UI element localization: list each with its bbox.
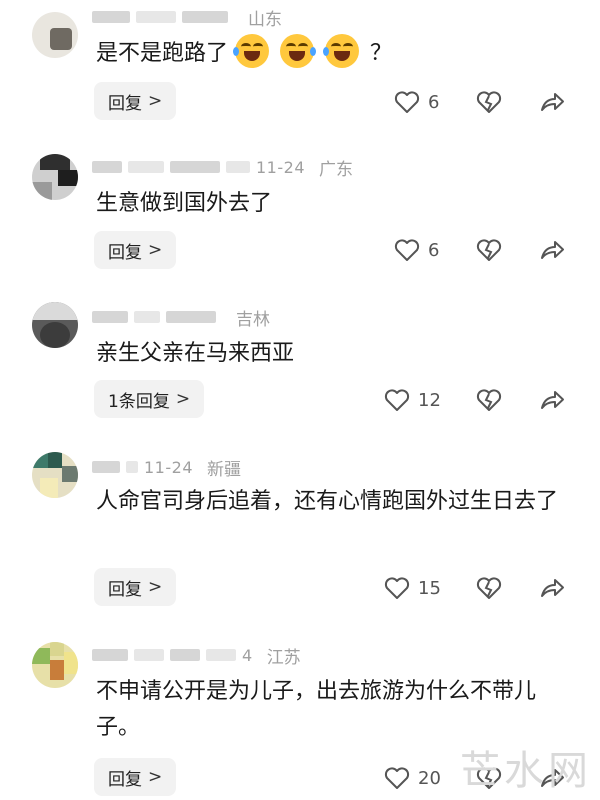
comment-text: 不申请公开是为儿子，出去旅游为什么不带儿子。 — [96, 679, 537, 740]
avatar[interactable] — [32, 642, 78, 688]
broken-heart-icon — [476, 389, 502, 411]
avatar[interactable] — [32, 452, 78, 498]
comment-text: 亲生父亲在马来西亚 — [96, 341, 295, 366]
laugh-cry-emoji — [323, 34, 360, 68]
comment-meta: 11-24 广东 — [92, 154, 353, 180]
like-count: 15 — [418, 577, 441, 599]
laugh-cry-emoji — [280, 34, 317, 68]
username-blur[interactable] — [92, 161, 122, 173]
username-blur[interactable] — [92, 649, 128, 661]
share-arrow-icon — [541, 579, 564, 597]
comment-meta: 吉林 — [92, 304, 270, 330]
comment-date: 11-24 — [144, 457, 193, 477]
avatar[interactable] — [32, 302, 78, 348]
share-arrow-icon — [541, 391, 564, 409]
share-button[interactable] — [538, 82, 566, 122]
share-arrow-icon — [541, 241, 564, 259]
reply-button[interactable]: 回复 > — [94, 568, 177, 606]
like-button[interactable]: 6 — [394, 82, 439, 122]
username-blur[interactable] — [92, 11, 130, 23]
reply-button[interactable]: 回复 > — [94, 82, 177, 120]
broken-heart-icon — [476, 91, 502, 113]
avatar[interactable] — [32, 12, 78, 58]
comment-region: 吉林 — [236, 309, 270, 330]
username-blur[interactable] — [92, 461, 120, 473]
share-button[interactable] — [538, 230, 566, 270]
chevron-right-icon: > — [148, 577, 163, 597]
like-button[interactable]: 12 — [384, 380, 441, 420]
comment-region: 广东 — [319, 159, 353, 180]
broken-heart-icon — [476, 239, 502, 261]
comment-meta: 11-24 新疆 — [92, 454, 241, 480]
heart-outline-icon — [384, 767, 410, 789]
comment-text: 人命官司身后追着，还有心情跑国外过生日去了 — [96, 489, 559, 514]
comment-region: 新疆 — [207, 459, 241, 480]
comment-date: 11-24 — [256, 157, 305, 177]
like-button[interactable]: 6 — [394, 230, 439, 270]
comment-date: 4 — [242, 645, 253, 665]
like-count: 6 — [428, 91, 440, 113]
chevron-right-icon: > — [148, 240, 163, 260]
like-button[interactable]: 20 — [384, 758, 441, 798]
heart-outline-icon — [384, 389, 410, 411]
comment-region: 江苏 — [266, 647, 301, 668]
like-count: 20 — [418, 767, 441, 789]
heart-outline-icon — [394, 91, 420, 113]
dislike-button[interactable] — [476, 568, 502, 608]
comment-meta: 山东 — [92, 4, 282, 30]
dislike-button[interactable] — [476, 380, 502, 420]
heart-outline-icon — [394, 239, 420, 261]
share-button[interactable] — [538, 568, 566, 608]
comment-meta: 4 江苏 — [92, 642, 301, 668]
heart-outline-icon — [384, 577, 410, 599]
like-button[interactable]: 15 — [384, 568, 441, 608]
reply-button[interactable]: 回复 > — [94, 758, 177, 796]
broken-heart-icon — [476, 577, 502, 599]
chevron-right-icon: > — [148, 767, 163, 787]
username-blur[interactable] — [92, 311, 128, 323]
avatar[interactable] — [32, 154, 78, 200]
reply-button[interactable]: 回复 > — [94, 231, 177, 269]
chevron-right-icon: > — [148, 91, 163, 111]
comment-region: 山东 — [248, 9, 282, 30]
like-count: 6 — [428, 239, 440, 261]
share-button[interactable] — [538, 380, 566, 420]
reply-button[interactable]: 1条回复 > — [94, 380, 205, 418]
share-arrow-icon — [541, 93, 564, 111]
chevron-right-icon: > — [175, 389, 191, 409]
comment-text: 生意做到国外去了 — [96, 191, 273, 216]
laugh-cry-emoji — [233, 34, 270, 68]
dislike-button[interactable] — [476, 82, 502, 122]
watermark: 芒水网 — [460, 748, 592, 794]
like-count: 12 — [418, 389, 441, 411]
comment-text: 是不是跑路了 ？ — [96, 34, 560, 72]
dislike-button[interactable] — [476, 230, 502, 270]
